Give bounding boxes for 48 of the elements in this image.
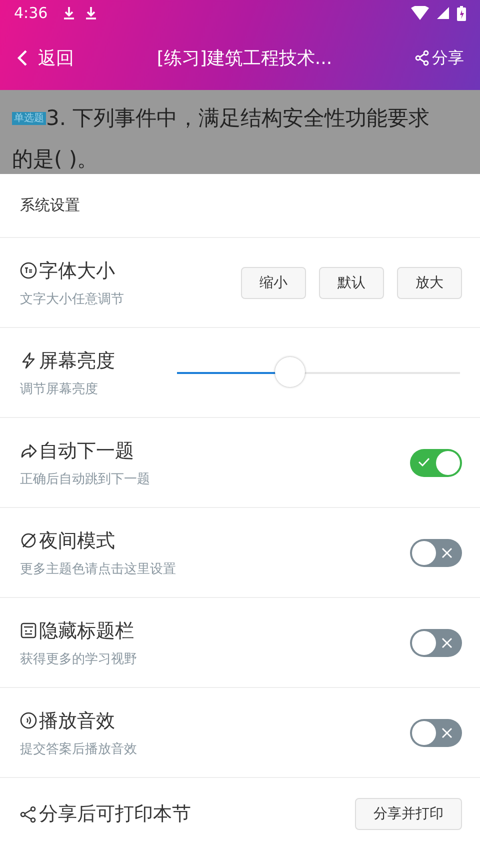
back-button[interactable]: 返回 bbox=[16, 46, 74, 70]
question-text: $^{单选题}$ 3. 下列事件中，满足结构安全性功能要求的是( )。 bbox=[12, 105, 431, 173]
setting-hint: 提交答案后播放音效 bbox=[20, 740, 137, 758]
toggle-switch[interactable] bbox=[410, 448, 462, 476]
sound-icon bbox=[20, 712, 37, 729]
setting-label: 夜间模式 bbox=[39, 528, 115, 554]
cross-icon bbox=[441, 546, 453, 558]
download-icon bbox=[84, 6, 98, 20]
window-icon bbox=[20, 622, 37, 639]
brightness-slider[interactable] bbox=[177, 356, 460, 388]
back-icon bbox=[16, 49, 28, 67]
font-size-button[interactable]: 缩小 bbox=[241, 266, 306, 298]
setting-hint: 正确后自动跳到下一题 bbox=[20, 470, 150, 488]
share-print-button[interactable]: 分享并打印 bbox=[355, 798, 462, 830]
wifi-icon bbox=[411, 6, 429, 20]
setting-label: 播放音效 bbox=[39, 708, 115, 734]
share-icon bbox=[415, 50, 429, 66]
signal-icon bbox=[437, 7, 449, 19]
setting-label: 自动下一题 bbox=[39, 438, 134, 464]
toggle-switch[interactable] bbox=[410, 718, 462, 746]
share-button[interactable]: 分享 bbox=[415, 48, 464, 68]
setting-hint: 获得更多的学习视野 bbox=[20, 650, 137, 668]
toggle-switch[interactable] bbox=[410, 538, 462, 566]
setting-label: 分享后可打印本节 bbox=[39, 802, 191, 827]
status-time: 4:36 bbox=[14, 4, 48, 22]
lightning-icon bbox=[20, 352, 37, 369]
font-size-button[interactable]: 默认 bbox=[319, 266, 384, 298]
eye-slash-icon bbox=[20, 532, 37, 549]
font-size-icon bbox=[20, 262, 37, 279]
setting-hint: 调节屏幕亮度 bbox=[20, 380, 99, 398]
slider-thumb[interactable] bbox=[275, 356, 306, 386]
setting-label: 字体大小 bbox=[39, 258, 115, 284]
setting-hint: 文字大小任意调节 bbox=[20, 290, 124, 308]
font-size-button[interactable]: 放大 bbox=[397, 266, 462, 298]
setting-label: 隐藏标题栏 bbox=[39, 618, 134, 644]
share-icon bbox=[20, 806, 37, 822]
toggle-switch[interactable] bbox=[410, 628, 462, 656]
battery-icon bbox=[457, 6, 466, 20]
check-icon bbox=[418, 456, 430, 466]
download-icon bbox=[62, 6, 76, 20]
setting-hint: 更多主题色请点击这里设置 bbox=[20, 560, 176, 578]
cross-icon bbox=[441, 726, 453, 738]
settings-title: 系统设置 bbox=[20, 196, 80, 215]
question-type-tag: 单选题 bbox=[12, 112, 46, 125]
cross-icon bbox=[441, 636, 453, 648]
page-title: [练习]建筑工程技术... bbox=[156, 47, 334, 70]
setting-label: 屏幕亮度 bbox=[39, 348, 115, 374]
forward-arrow-icon bbox=[20, 442, 37, 459]
